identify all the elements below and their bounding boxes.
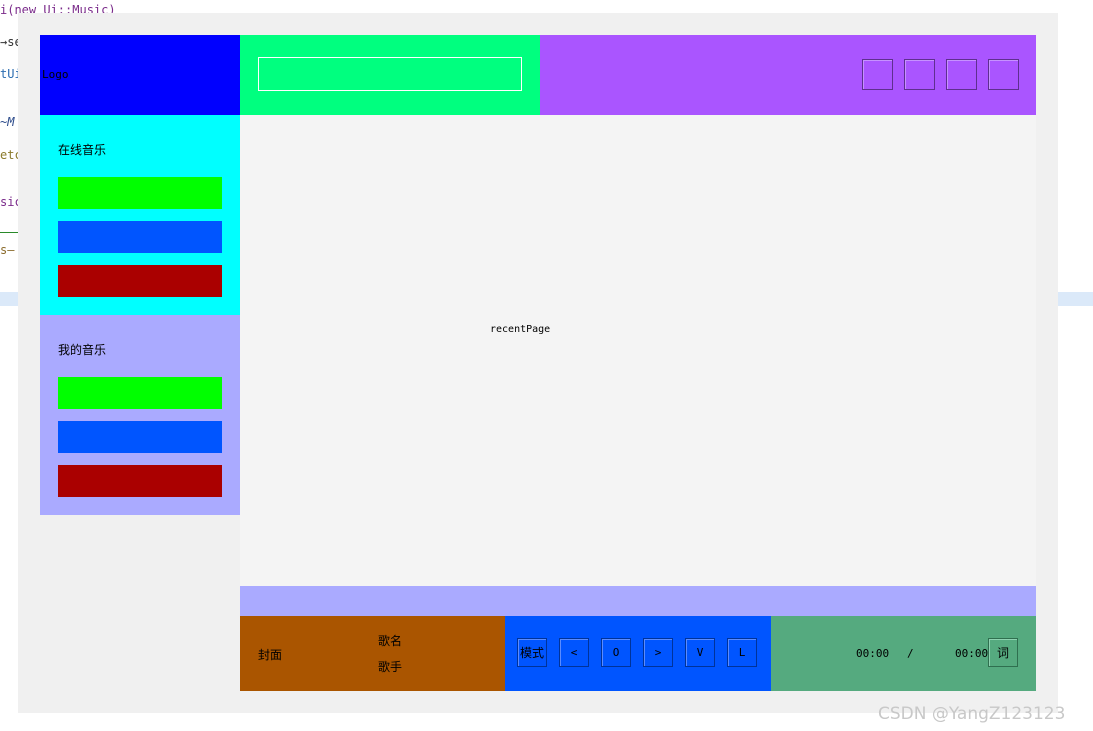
my-music-title: 我的音乐	[58, 343, 107, 357]
recent-page-label: recentPage	[490, 324, 551, 335]
time-separator: /	[907, 647, 914, 660]
my-music-panel: 我的音乐	[40, 315, 240, 515]
code-line-4: ~M	[0, 115, 15, 129]
prev-button[interactable]: <	[559, 638, 589, 667]
online-music-item-3[interactable]	[58, 265, 222, 297]
csdn-watermark: CSDN @YangZ123123	[878, 704, 1066, 724]
online-music-title: 在线音乐	[58, 143, 107, 157]
square-button-3[interactable]	[946, 59, 977, 90]
code-line-7: s—	[0, 243, 15, 257]
lyric-button[interactable]: 词	[988, 638, 1018, 667]
logo-label: Logo	[42, 68, 69, 81]
my-music-item-1[interactable]	[58, 377, 222, 409]
current-time: 00:00	[856, 647, 890, 660]
volume-button[interactable]: V	[685, 638, 715, 667]
code-divider	[0, 232, 18, 233]
cover-label: 封面	[258, 648, 283, 662]
online-music-item-2[interactable]	[58, 221, 222, 253]
my-music-item-2[interactable]	[58, 421, 222, 453]
music-window: Logo 在线音乐 我的音乐 recentPage 封面 歌名 歌手 模式 < …	[18, 13, 1058, 713]
square-button-1[interactable]	[862, 59, 893, 90]
square-button-4[interactable]	[988, 59, 1019, 90]
my-music-item-3[interactable]	[58, 465, 222, 497]
online-music-panel: 在线音乐	[40, 115, 240, 315]
play-button[interactable]: O	[601, 638, 631, 667]
online-music-item-1[interactable]	[58, 177, 222, 209]
time-panel: 00:00 / 00:00 词	[771, 616, 1036, 691]
recent-page: recentPage	[240, 115, 1036, 586]
progress-slider[interactable]	[240, 586, 1036, 616]
singer-name: 歌手	[378, 660, 403, 674]
title-bar	[540, 35, 1036, 115]
song-name: 歌名	[378, 634, 403, 648]
square-button-2[interactable]	[904, 59, 935, 90]
song-info-panel: 封面 歌名 歌手	[240, 616, 505, 691]
total-time: 00:00	[955, 647, 989, 660]
list-button[interactable]: L	[727, 638, 757, 667]
next-button[interactable]: >	[643, 638, 673, 667]
search-input[interactable]	[258, 57, 522, 91]
playback-controls: 模式 < O > V L	[505, 616, 771, 691]
search-area	[240, 35, 540, 115]
mode-button[interactable]: 模式	[517, 638, 547, 667]
logo-area: Logo	[40, 35, 240, 115]
